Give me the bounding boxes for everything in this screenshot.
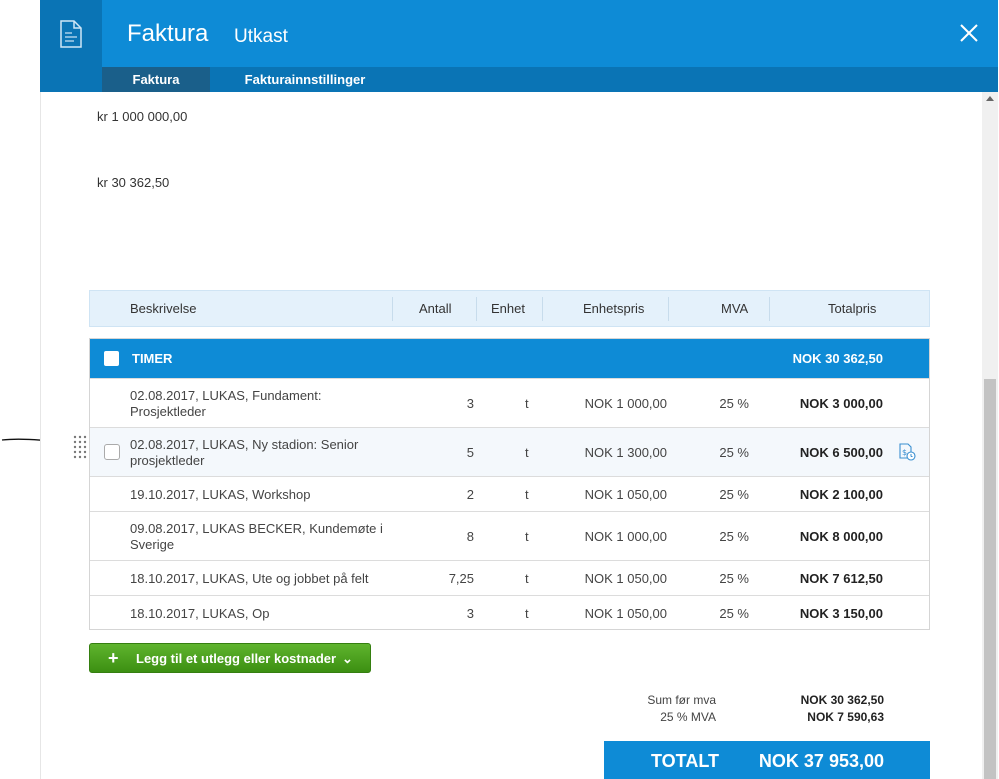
group-header: TIMER NOK 30 362,50 <box>90 339 929 378</box>
row-total: NOK 7 612,50 <box>799 571 883 586</box>
row-vat: 25 % <box>719 571 749 586</box>
column-header-quantity: Antall <box>419 301 452 316</box>
status-subtitle: Utkast <box>234 26 288 47</box>
row-unit-price: NOK 1 000,00 <box>584 529 667 544</box>
row-quantity: 2 <box>466 487 474 502</box>
invoice-document-icon <box>60 19 82 48</box>
row-unit-price: NOK 1 000,00 <box>584 396 667 411</box>
table-row[interactable]: 09.08.2017, LUKAS BECKER, Kundemøte i Sv… <box>90 511 929 560</box>
grand-total-bar: TOTALT NOK 37 953,00 <box>604 741 930 779</box>
row-total: NOK 6 500,00 <box>799 445 883 460</box>
group-title: TIMER <box>132 351 173 366</box>
row-vat: 25 % <box>719 487 749 502</box>
column-header-description: Beskrivelse <box>130 301 197 316</box>
row-unit-price: NOK 1 050,00 <box>584 487 667 502</box>
row-unit-price: NOK 1 300,00 <box>584 445 667 460</box>
row-quantity: 3 <box>466 606 474 621</box>
row-quantity: 7,25 <box>448 571 474 586</box>
table-header: Beskrivelse Antall Enhet Enhetspris MVA … <box>89 290 930 327</box>
vat-label: 25 % MVA <box>660 710 716 724</box>
row-vat: 25 % <box>719 396 749 411</box>
row-description: 19.10.2017, LUKAS, Workshop <box>130 487 311 502</box>
row-quantity: 8 <box>466 529 474 544</box>
row-total: NOK 3 000,00 <box>799 396 883 411</box>
money-clock-icon[interactable]: $ <box>898 443 916 461</box>
amount-second: kr 30 362,50 <box>97 175 170 190</box>
page-title: Faktura <box>127 20 209 47</box>
header-bar: Faktura Utkast Faktura Fakturainnstillin… <box>40 0 998 92</box>
grand-total-label: TOTALT <box>651 751 719 771</box>
amount-first: kr 1 000 000,00 <box>97 109 188 124</box>
header-icon-box <box>40 0 102 67</box>
grand-total-value: NOK 37 953,00 <box>758 751 884 771</box>
column-divider <box>769 297 770 321</box>
row-unit-price: NOK 1 050,00 <box>584 571 667 586</box>
row-vat: 25 % <box>719 529 749 544</box>
row-total: NOK 8 000,00 <box>799 529 883 544</box>
row-quantity: 5 <box>466 445 474 460</box>
row-checkbox[interactable] <box>104 444 120 460</box>
row-unit-price: NOK 1 050,00 <box>584 606 667 621</box>
row-vat: 25 % <box>719 606 749 621</box>
add-expense-label: Legg til et utlegg eller kostnader <box>136 651 337 666</box>
table-row[interactable]: 18.10.2017, LUKAS, Op 3 t NOK 1 050,00 2… <box>90 595 929 629</box>
row-unit: t <box>525 529 529 544</box>
svg-text:$: $ <box>902 448 907 457</box>
group-checkbox[interactable] <box>104 351 119 366</box>
column-header-unit-price: Enhetspris <box>583 301 645 316</box>
drag-handle-icon[interactable] <box>73 435 87 459</box>
column-divider <box>476 297 477 321</box>
row-description: 18.10.2017, LUKAS, Op <box>130 606 270 621</box>
invoice-app: Faktura Utkast Faktura Fakturainnstillin… <box>0 0 999 779</box>
sum-before-vat-label: Sum før mva <box>647 693 716 707</box>
row-total: NOK 2 100,00 <box>799 487 883 502</box>
column-divider <box>668 297 669 321</box>
row-description: 02.08.2017, LUKAS, Ny stadion: Senior pr… <box>130 437 359 468</box>
row-description: 18.10.2017, LUKAS, Ute og jobbet på felt <box>130 571 369 586</box>
column-divider <box>392 297 393 321</box>
column-header-total: Totalpris <box>828 301 877 316</box>
tab-bar: Faktura Fakturainnstillinger <box>40 67 998 92</box>
column-header-vat: MVA <box>721 301 749 316</box>
group-total: NOK 30 362,50 <box>792 351 883 366</box>
tab-fakturainnstillinger[interactable]: Fakturainnstillinger <box>230 67 380 92</box>
row-unit: t <box>525 487 529 502</box>
row-description: 02.08.2017, LUKAS, Fundament: Prosjektle… <box>130 388 322 419</box>
scroll-thumb[interactable] <box>984 379 996 779</box>
row-description: 09.08.2017, LUKAS BECKER, Kundemøte i Sv… <box>130 521 383 552</box>
sum-before-vat-value: NOK 30 362,50 <box>800 693 884 707</box>
row-unit: t <box>525 445 529 460</box>
row-unit: t <box>525 606 529 621</box>
line-group-timer: TIMER NOK 30 362,50 02.08.2017, LUKAS, F… <box>89 338 930 630</box>
vertical-scrollbar[interactable] <box>982 92 998 779</box>
row-vat: 25 % <box>719 445 749 460</box>
add-expense-button[interactable]: + Legg til et utlegg eller kostnader ⌄ <box>89 643 371 673</box>
row-quantity: 3 <box>466 396 474 411</box>
vat-value: NOK 7 590,63 <box>807 710 884 724</box>
row-unit: t <box>525 396 529 411</box>
tab-faktura[interactable]: Faktura <box>102 67 210 92</box>
scroll-up-icon[interactable] <box>986 96 994 101</box>
plus-icon: + <box>108 648 119 668</box>
column-divider <box>542 297 543 321</box>
row-unit: t <box>525 571 529 586</box>
column-header-unit: Enhet <box>491 301 525 316</box>
table-row[interactable]: 18.10.2017, LUKAS, Ute og jobbet på felt… <box>90 560 929 595</box>
table-row[interactable]: 19.10.2017, LUKAS, Workshop 2 t NOK 1 05… <box>90 476 929 511</box>
row-total: NOK 3 150,00 <box>799 606 883 621</box>
chevron-down-icon: ⌄ <box>342 651 353 666</box>
table-row[interactable]: 02.08.2017, LUKAS, Ny stadion: Senior pr… <box>90 427 929 476</box>
table-row[interactable]: 02.08.2017, LUKAS, Fundament: Prosjektle… <box>90 378 929 427</box>
close-icon[interactable] <box>954 18 984 48</box>
